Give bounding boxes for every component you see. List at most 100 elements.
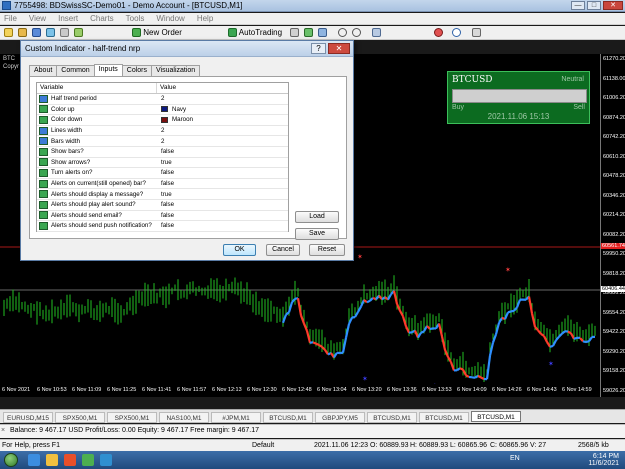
input-value-cell[interactable]: 2 <box>157 138 288 145</box>
signal-arrow-icon: ✶ <box>548 360 554 368</box>
system-clock[interactable]: 6:14 PM 11/6/2021 <box>588 453 619 467</box>
chart-tab[interactable]: BTCUSD,M1 <box>367 412 417 423</box>
chart-tab[interactable]: GBPJPY,M5 <box>315 412 365 423</box>
menu-help[interactable]: Help <box>197 14 213 23</box>
profiles-button[interactable] <box>18 28 27 38</box>
chrome-taskbar-icon[interactable] <box>82 454 94 466</box>
new-order-button[interactable]: New Order <box>132 28 182 38</box>
market-watch-button[interactable] <box>32 28 41 38</box>
price-tick-label: 59818.20 <box>603 270 625 277</box>
input-value-cell[interactable]: false <box>157 180 288 187</box>
input-row[interactable]: Turn alerts on? false <box>37 168 288 179</box>
input-value-cell[interactable]: 2 <box>157 95 288 102</box>
load-button[interactable]: Load <box>295 211 339 223</box>
input-row[interactable]: Bars width 2 <box>37 136 288 147</box>
input-value-cell[interactable]: true <box>157 159 288 166</box>
zoom-out-button[interactable] <box>352 28 361 38</box>
status-low: L: 60865.96 <box>450 442 487 449</box>
zoom-in-button[interactable] <box>338 28 347 38</box>
chart-tab[interactable]: NAS100,M1 <box>159 412 209 423</box>
tab-colors[interactable]: Colors <box>121 65 153 76</box>
media-taskbar-icon[interactable] <box>64 454 76 466</box>
trend-down-segment <box>296 298 303 316</box>
tab-common[interactable]: Common <box>56 65 95 76</box>
menu-charts[interactable]: Charts <box>90 14 114 23</box>
new-chart-button[interactable] <box>4 28 13 38</box>
language-indicator[interactable]: EN <box>510 455 520 462</box>
input-row[interactable]: Show arrows? true <box>37 158 288 169</box>
terminal-button[interactable] <box>60 28 69 38</box>
input-value-cell[interactable]: Maroon <box>157 116 288 123</box>
input-row[interactable]: Alerts on current(still opened) bar? fals… <box>37 179 288 190</box>
start-button[interactable] <box>4 453 18 467</box>
tab-visualization[interactable]: Visualization <box>151 65 201 76</box>
menu-insert[interactable]: Insert <box>58 14 78 23</box>
input-value: false <box>161 148 175 156</box>
chart-tab[interactable]: BTCUSD,M1 <box>471 411 521 422</box>
dialog-close-button[interactable]: ✕ <box>328 43 350 54</box>
boolean-icon <box>39 211 48 220</box>
cancel-button[interactable]: Cancel <box>266 244 300 256</box>
input-value: 2 <box>161 95 165 103</box>
input-row[interactable]: Alerts should send email? false <box>37 211 288 222</box>
price-axis[interactable]: 61270.20 61138.00 61006.20 60874.20 60742.20… <box>600 54 625 397</box>
trend-down-segment <box>459 367 464 371</box>
input-value-cell[interactable]: false <box>157 169 288 176</box>
minimize-button[interactable]: — <box>571 1 585 10</box>
bar-chart-button[interactable] <box>290 28 299 38</box>
close-window-button[interactable]: ✕ <box>603 1 623 10</box>
time-axis[interactable]: 6 Nov 2021 6 Nov 10:53 6 Nov 11:09 6 Nov 11… <box>0 384 600 397</box>
templates-button[interactable] <box>472 28 481 38</box>
chart-tab[interactable]: EURUSD,M15 <box>3 412 53 423</box>
chart-tab[interactable]: SPX500,M1 <box>55 412 105 423</box>
maximize-button[interactable]: □ <box>587 1 601 10</box>
input-row[interactable]: Half trend period 2 <box>37 94 288 105</box>
terminal-close-icon[interactable]: × <box>1 427 5 434</box>
chart-tab[interactable]: BTCUSD,M1 <box>419 412 469 423</box>
periods-button[interactable] <box>452 28 461 38</box>
line-chart-button[interactable] <box>318 28 327 38</box>
dialog-titlebar[interactable]: Custom Indicator - half-trend nrp ? ✕ <box>21 41 353 57</box>
input-row[interactable]: Alerts should play alert sound? false <box>37 200 288 211</box>
chart-tab[interactable]: BTCUSD,M1 <box>263 412 313 423</box>
explorer-taskbar-icon[interactable] <box>46 454 58 466</box>
candlestick-button[interactable] <box>304 28 313 38</box>
input-value-cell[interactable]: true <box>157 191 288 198</box>
value-column-header[interactable]: Value <box>157 83 288 93</box>
ie-taskbar-icon[interactable] <box>28 454 40 466</box>
chart-tab[interactable]: #JPM,M1 <box>211 412 261 423</box>
input-value-cell[interactable]: false <box>157 212 288 219</box>
tile-windows-button[interactable] <box>372 28 381 38</box>
tab-inputs[interactable]: Inputs <box>93 64 123 76</box>
dialog-help-button[interactable]: ? <box>311 43 326 54</box>
navigator-button[interactable] <box>46 28 55 38</box>
input-value-cell[interactable]: Navy <box>157 106 288 113</box>
input-value-cell[interactable]: false <box>157 222 288 229</box>
input-row[interactable]: Alerts should display a message? true <box>37 189 288 200</box>
zoom-in-icon <box>338 28 347 38</box>
indicators-button[interactable] <box>434 28 443 38</box>
input-row[interactable]: Show bars? false <box>37 147 288 158</box>
input-row[interactable]: Lines width 2 <box>37 126 288 137</box>
save-button[interactable]: Save <box>295 228 339 240</box>
input-value-cell[interactable]: false <box>157 148 288 155</box>
input-row[interactable]: Color down Maroon <box>37 115 288 126</box>
menu-view[interactable]: View <box>29 14 46 23</box>
reset-button[interactable]: Reset <box>309 244 345 256</box>
tester-button[interactable] <box>74 28 83 38</box>
input-value-cell[interactable]: 2 <box>157 127 288 134</box>
input-row[interactable]: Color up Navy <box>37 105 288 116</box>
menu-tools[interactable]: Tools <box>126 14 145 23</box>
variable-column-header[interactable]: Variable <box>37 83 157 93</box>
price-tick-label: 60082.20 <box>603 231 625 238</box>
metatrader-taskbar-icon[interactable] <box>100 454 112 466</box>
menu-file[interactable]: File <box>4 14 17 23</box>
chart-tab[interactable]: SPX500,M1 <box>107 412 157 423</box>
input-value-cell[interactable]: false <box>157 201 288 208</box>
tab-about[interactable]: About <box>29 65 58 76</box>
input-row[interactable]: Alerts should send push notification? fal… <box>37 221 288 232</box>
autotrading-button[interactable]: AutoTrading <box>228 28 282 38</box>
ok-button[interactable]: OK <box>223 244 256 256</box>
grid-header: Variable Value <box>37 83 288 94</box>
menu-window[interactable]: Window <box>156 14 184 23</box>
